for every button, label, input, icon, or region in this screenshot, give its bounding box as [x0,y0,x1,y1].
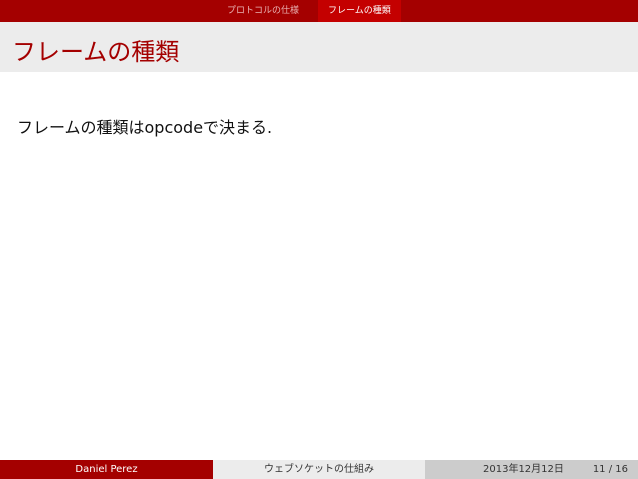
frame-title: フレームの種類 [12,38,180,66]
nav-section-frame-types[interactable]: フレームの種類 [318,0,401,22]
footer-talk-title: ウェブソケットの仕組み [213,460,425,479]
footer-date: 2013年12月12日 [483,464,564,475]
nav-section-protocol-spec[interactable]: プロトコルの仕様 [227,0,299,22]
footer-bar: Daniel Perez ウェブソケットの仕組み 2013年12月12日 11 … [0,460,638,479]
footer-page-number: 11 / 16 [592,464,628,475]
footer-date-page: 2013年12月12日 11 / 16 [425,460,638,479]
footer-author: Daniel Perez [0,460,213,479]
navigation-bar: プロトコルの仕様 フレームの種類 [0,0,638,22]
frame-title-band: フレームの種類 [0,22,638,72]
frame-body-text: フレームの種類はopcodeで決まる. [17,118,273,137]
